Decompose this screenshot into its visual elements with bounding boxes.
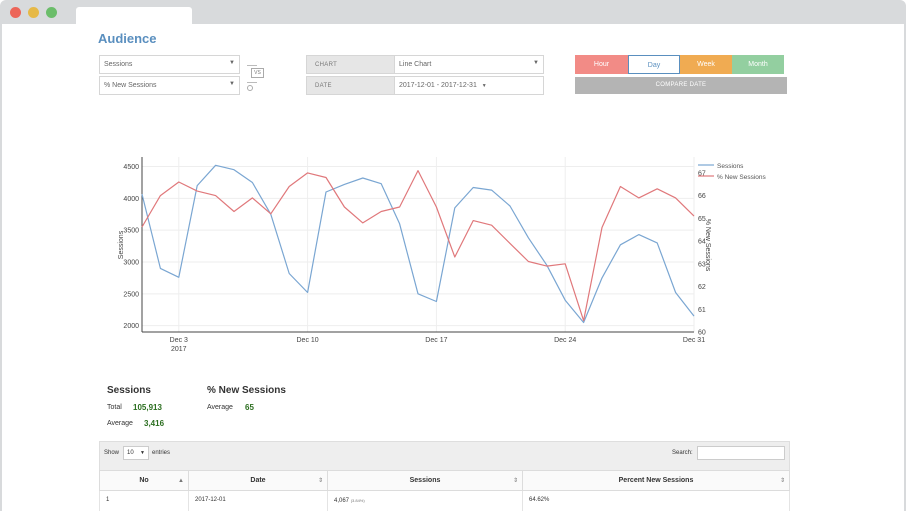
- column-header-percent-new-label: Percent New Sessions: [618, 477, 694, 484]
- y2-tick-label: 63: [698, 261, 706, 268]
- search-input[interactable]: [697, 446, 785, 460]
- chart-grid: [142, 157, 695, 332]
- search-label: Search:: [672, 450, 693, 456]
- maximize-window-icon[interactable]: [46, 7, 57, 18]
- y-tick-label: 2000: [123, 323, 139, 330]
- chevron-down-icon: ▼: [229, 81, 235, 87]
- chart-series: [141, 164, 695, 324]
- x-tick-label: Dec 10: [297, 337, 319, 344]
- entries-label: entries: [152, 450, 171, 456]
- browser-chrome: [0, 0, 906, 24]
- chart-type-value: Line Chart: [399, 61, 432, 68]
- period-week-button[interactable]: Week: [680, 55, 732, 74]
- date-range-value: 2017-12-01 - 2017-12-31: [399, 82, 477, 89]
- y2-tick-label: 62: [698, 284, 706, 291]
- sort-ascending-icon: ▲: [178, 478, 184, 484]
- chevron-down-icon: ▼: [533, 60, 539, 66]
- y2-tick-label: 60: [698, 330, 706, 337]
- browser-tab[interactable]: [76, 7, 192, 24]
- chevron-down-icon: ▼: [229, 60, 235, 66]
- y-tick-label: 3000: [123, 260, 139, 267]
- sessions-total-value: 105,913: [133, 403, 162, 412]
- y2-tick-label: 64: [698, 239, 706, 246]
- y-tick-label: 4500: [123, 164, 139, 171]
- vs-connector: [247, 65, 257, 66]
- legend-label-new-sessions: % New Sessions: [717, 174, 767, 181]
- column-header-date-label: Date: [250, 477, 266, 484]
- series-line-sessions: [141, 164, 695, 324]
- y-axis-label: Sessions: [118, 230, 125, 259]
- vs-badge: VS: [251, 68, 264, 78]
- page-size-select[interactable]: 10 ▼: [123, 446, 149, 460]
- table-cell-no: 1: [99, 491, 189, 511]
- x-tick-label: Dec 3: [170, 337, 188, 344]
- show-entries-label: Show: [104, 450, 120, 456]
- y-tick-label: 4000: [123, 196, 139, 203]
- close-window-icon[interactable]: [10, 7, 21, 18]
- table-cell-sessions-value: 4,067: [334, 498, 350, 504]
- table-cell-sessions-percent: (3.84%): [350, 498, 365, 503]
- sessions-average-value: 3,416: [144, 419, 165, 428]
- column-header-no-label: No: [139, 477, 149, 484]
- y-tick-label: 2500: [123, 291, 139, 298]
- column-header-sessions-label: Sessions: [409, 477, 441, 484]
- chevron-down-icon: ▼: [140, 450, 145, 456]
- compare-date-button[interactable]: COMPARE DATE: [575, 77, 787, 94]
- new-sessions-average-label: Average: [207, 404, 233, 411]
- chart-type-label: CHART: [306, 55, 395, 74]
- y2-axis-label: % New Sessions: [704, 219, 711, 272]
- window-frame-left: [0, 24, 2, 511]
- vs-connector: [247, 82, 257, 83]
- metric-primary-value: Sessions: [104, 61, 133, 68]
- page-size-value: 10: [127, 450, 134, 456]
- table-cell-date: 2017-12-01: [188, 491, 328, 511]
- table-cell-sessions: 4,067 (3.84%): [327, 491, 523, 511]
- period-month-button[interactable]: Month: [732, 55, 784, 74]
- new-sessions-average-value: 65: [245, 403, 254, 412]
- column-header-sessions[interactable]: Sessions ⇕: [327, 470, 523, 491]
- table-cell-percent-new: 64.62%: [522, 491, 790, 511]
- sort-icon: ⇕: [779, 478, 785, 484]
- sessions-total-label: Total: [107, 404, 122, 411]
- sort-icon: ⇕: [317, 478, 323, 484]
- x-tick-sublabel: 2017: [171, 346, 187, 353]
- y2-tick-label: 61: [698, 307, 706, 314]
- new-sessions-summary-title: % New Sessions: [207, 385, 286, 396]
- period-hour-button[interactable]: Hour: [575, 55, 628, 74]
- sort-icon: ⇕: [512, 478, 518, 484]
- date-range-label: DATE: [306, 76, 395, 95]
- page-title: Audience: [98, 31, 157, 46]
- y2-tick-label: 67: [698, 170, 706, 177]
- y2-tick-label: 65: [698, 216, 706, 223]
- settings-icon[interactable]: [247, 85, 253, 91]
- x-tick-label: Dec 24: [554, 337, 576, 344]
- chart-type-select[interactable]: Line Chart ▼: [394, 55, 544, 74]
- metric-secondary-select[interactable]: % New Sessions ▼: [99, 76, 240, 95]
- metric-secondary-value: % New Sessions: [104, 82, 157, 89]
- column-header-date[interactable]: Date ⇕: [188, 470, 328, 491]
- period-day-button[interactable]: Day: [628, 55, 680, 74]
- minimize-window-icon[interactable]: [28, 7, 39, 18]
- column-header-percent-new[interactable]: Percent New Sessions ⇕: [522, 470, 790, 491]
- sessions-average-label: Average: [107, 420, 133, 427]
- chevron-down-icon: ▼: [481, 83, 487, 89]
- metric-primary-select[interactable]: Sessions ▼: [99, 55, 240, 74]
- y2-tick-label: 66: [698, 193, 706, 200]
- x-tick-label: Dec 31: [683, 337, 705, 344]
- legend-label-sessions: Sessions: [717, 163, 744, 170]
- sessions-summary-title: Sessions: [107, 385, 151, 396]
- column-header-no[interactable]: No ▲: [99, 470, 189, 491]
- chart-legend: Sessions % New Sessions: [698, 163, 767, 181]
- x-tick-label: Dec 17: [425, 337, 447, 344]
- axis-ticks: 2000 2500 3000 3500 4000 4500 60 61 62 63 64 65 66 67…: [123, 164, 705, 353]
- date-range-picker[interactable]: 2017-12-01 - 2017-12-31 ▼: [394, 76, 544, 95]
- series-line-new-sessions: [141, 170, 695, 322]
- y-tick-label: 3500: [123, 228, 139, 235]
